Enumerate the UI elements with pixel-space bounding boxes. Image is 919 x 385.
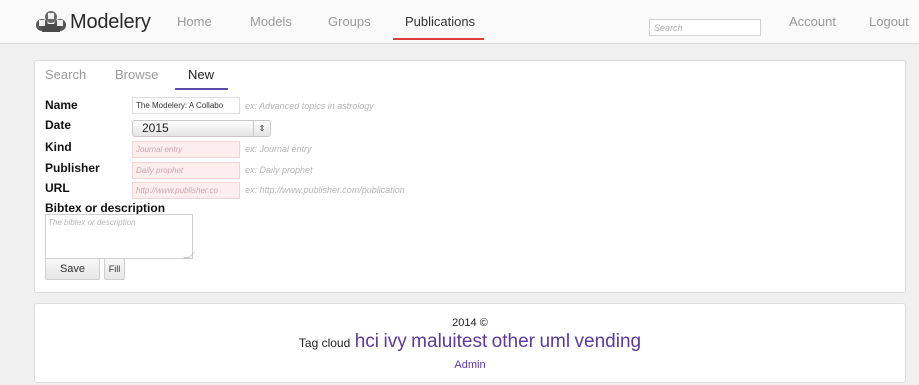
copyright-text: 2014 © xyxy=(452,317,488,329)
tag-link[interactable]: vending xyxy=(575,331,642,352)
tag-link[interactable]: ui xyxy=(442,331,457,352)
search-input[interactable] xyxy=(649,19,761,36)
date-label: Date xyxy=(45,118,72,132)
tab-search[interactable]: Search xyxy=(45,67,86,82)
footer: 2014 © Tag cloud hci ivy maluitest other… xyxy=(34,303,906,383)
select-arrows-icon: ⇕ xyxy=(253,121,270,136)
new-publication-panel: Search Browse New Name ex: Advanced topi… xyxy=(34,60,906,293)
nav-groups[interactable]: Groups xyxy=(328,14,371,29)
brand-name: Modelery xyxy=(70,10,151,33)
tag-link[interactable]: other xyxy=(492,331,535,352)
tag-link[interactable]: mal xyxy=(411,331,442,352)
admin-link[interactable]: Admin xyxy=(35,359,905,371)
tag-link[interactable]: ivy xyxy=(383,331,406,352)
tag-link[interactable]: hci xyxy=(355,331,379,352)
kind-field[interactable] xyxy=(132,141,240,158)
date-select[interactable]: 2015 ⇕ xyxy=(132,120,271,137)
save-button[interactable]: Save xyxy=(45,258,100,280)
publisher-field[interactable] xyxy=(132,162,240,179)
tab-new[interactable]: New xyxy=(188,67,214,82)
nav-publications[interactable]: Publications xyxy=(405,14,475,29)
modelery-logo-icon xyxy=(36,11,66,32)
tag-link[interactable]: test xyxy=(457,331,488,352)
url-field[interactable] xyxy=(132,182,240,199)
tag-link[interactable]: uml xyxy=(539,331,570,352)
publisher-hint: ex: Daily prophet xyxy=(245,165,313,175)
tag-cloud: Tag cloud hci ivy maluitest other uml ve… xyxy=(35,331,905,353)
publisher-label: Publisher xyxy=(45,161,100,175)
nav-models[interactable]: Models xyxy=(250,14,292,29)
top-navbar: Modelery Home Models Groups Publications… xyxy=(0,0,919,44)
name-hint: ex: Advanced topics in astrology xyxy=(245,101,374,111)
url-hint: ex: http://www.publisher.com/publication xyxy=(245,185,405,195)
bibtex-textarea[interactable] xyxy=(45,214,193,259)
url-label: URL xyxy=(45,181,70,195)
nav-active-indicator xyxy=(393,38,484,40)
fill-button[interactable]: Fill xyxy=(104,258,125,280)
nav-home[interactable]: Home xyxy=(177,14,212,29)
name-label: Name xyxy=(45,98,78,112)
name-field[interactable] xyxy=(132,97,240,114)
logo[interactable]: Modelery xyxy=(34,8,151,36)
kind-label: Kind xyxy=(45,140,72,154)
bibtex-label: Bibtex or description xyxy=(45,201,166,215)
nav-logout[interactable]: Logout xyxy=(869,14,909,29)
tab-active-indicator xyxy=(175,88,228,90)
tab-browse[interactable]: Browse xyxy=(115,67,158,82)
kind-hint: ex: Journal entry xyxy=(245,144,312,154)
tag-cloud-label: Tag cloud xyxy=(298,336,351,350)
date-select-value: 2015 xyxy=(142,121,169,135)
nav-account[interactable]: Account xyxy=(789,14,836,29)
